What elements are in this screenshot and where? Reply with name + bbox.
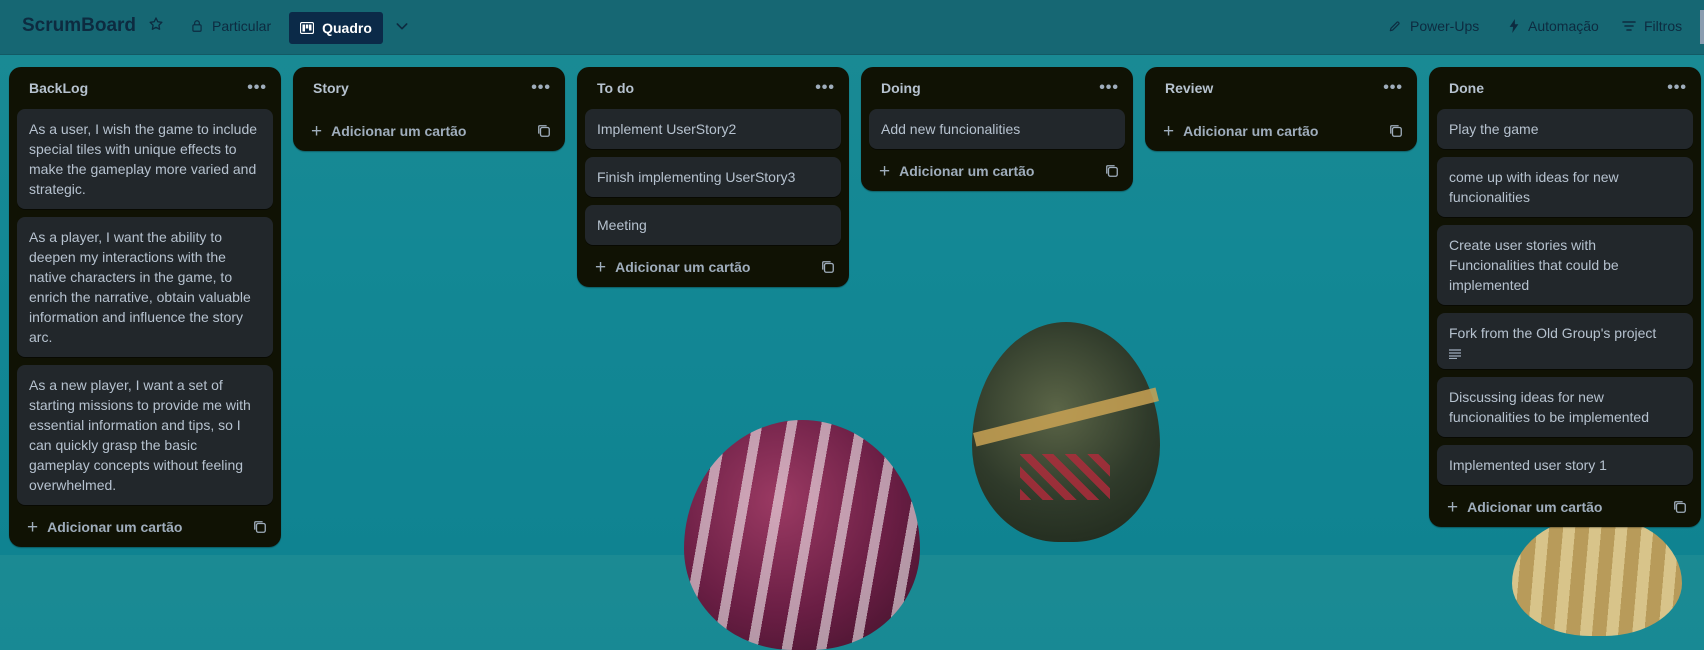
card-template-icon[interactable] (1389, 124, 1403, 138)
list-story: Story ••• + Adicionar um cartão (293, 67, 565, 151)
card[interactable]: Play the game (1437, 109, 1693, 149)
list-done: Done ••• Play the game come up with idea… (1429, 67, 1701, 527)
card[interactable]: Discussing ideas for new funcionalities … (1437, 377, 1693, 437)
add-card-label: Adicionar um cartão (1467, 499, 1603, 515)
board-view-button[interactable]: Quadro (289, 12, 383, 44)
card-template-icon[interactable] (537, 124, 551, 138)
list-title[interactable]: Review (1165, 80, 1213, 96)
card-template-icon[interactable] (821, 260, 835, 274)
more-icon[interactable]: ••• (815, 80, 835, 96)
powerups-label: Power-Ups (1410, 18, 1480, 34)
add-card-button[interactable]: + Adicionar um cartão (879, 162, 1034, 181)
board-view-label: Quadro (322, 20, 372, 36)
list-backlog: BackLog ••• As a user, I wish the game t… (9, 67, 281, 547)
add-card-button[interactable]: + Adicionar um cartão (311, 122, 466, 141)
more-icon[interactable]: ••• (1383, 80, 1403, 96)
star-icon (149, 17, 163, 30)
add-card-button[interactable]: + Adicionar um cartão (595, 258, 750, 277)
add-card-button[interactable]: + Adicionar um cartão (1447, 498, 1602, 517)
card[interactable]: As a player, I want the ability to deepe… (17, 217, 273, 357)
add-card-label: Adicionar um cartão (899, 163, 1035, 179)
card[interactable]: Implement UserStory2 (585, 109, 841, 149)
list-title[interactable]: Story (313, 80, 349, 96)
background-balloon-left (684, 420, 920, 650)
add-card-label: Adicionar um cartão (615, 259, 751, 275)
plus-icon: + (1163, 120, 1175, 142)
board-header: ScrumBoard Particular Quadro Power-Ups A… (0, 0, 1704, 55)
automation-button[interactable]: Automação (1508, 18, 1599, 34)
view-switcher-button[interactable] (394, 18, 410, 34)
more-icon[interactable]: ••• (247, 80, 267, 96)
card[interactable]: As a new player, I want a set of startin… (17, 365, 273, 505)
card[interactable]: Implemented user story 1 (1437, 445, 1693, 485)
add-card-button[interactable]: + Adicionar um cartão (1163, 122, 1318, 141)
add-card-label: Adicionar um cartão (1183, 123, 1319, 139)
lock-icon (192, 20, 202, 32)
visibility-button[interactable]: Particular (190, 18, 271, 34)
plus-icon: + (595, 256, 607, 278)
powerups-button[interactable]: Power-Ups (1388, 18, 1479, 34)
card[interactable]: Finish implementing UserStory3 (585, 157, 841, 197)
add-card-label: Adicionar um cartão (331, 123, 467, 139)
board-title[interactable]: ScrumBoard (22, 15, 136, 37)
background-balloon-right (1512, 516, 1682, 636)
list-title[interactable]: To do (597, 80, 634, 96)
add-card-button[interactable]: + Adicionar um cartão (27, 518, 182, 537)
list-to-do: To do ••• Implement UserStory2 Finish im… (577, 67, 849, 287)
list-review: Review ••• + Adicionar um cartão (1145, 67, 1417, 151)
background-balloon-center (972, 322, 1160, 542)
visibility-label: Particular (212, 18, 272, 34)
filters-label: Filtros (1644, 18, 1683, 34)
filter-icon (1622, 21, 1636, 31)
header-edge-accent (1700, 10, 1704, 44)
more-icon[interactable]: ••• (531, 80, 551, 96)
card-template-icon[interactable] (1673, 500, 1687, 514)
plus-icon: + (311, 120, 323, 142)
card-title: Fork from the Old Group's project (1449, 325, 1657, 341)
card-template-icon[interactable] (253, 520, 267, 534)
list-title[interactable]: BackLog (29, 80, 88, 96)
card[interactable]: Meeting (585, 205, 841, 245)
plus-icon: + (27, 516, 39, 538)
filters-button[interactable]: Filtros (1622, 18, 1682, 34)
card[interactable]: Fork from the Old Group's project (1437, 313, 1693, 369)
plus-icon: + (1447, 496, 1459, 518)
list-doing: Doing ••• Add new funcionalities + Adici… (861, 67, 1133, 191)
rocket-icon (1389, 21, 1400, 32)
add-card-label: Adicionar um cartão (47, 519, 183, 535)
list-title[interactable]: Doing (881, 80, 921, 96)
star-button[interactable] (148, 16, 164, 32)
more-icon[interactable]: ••• (1667, 80, 1687, 96)
list-title[interactable]: Done (1449, 80, 1484, 96)
card[interactable]: Add new funcionalities (869, 109, 1125, 149)
card-template-icon[interactable] (1105, 164, 1119, 178)
description-icon (1449, 349, 1461, 359)
automation-label: Automação (1528, 18, 1599, 34)
chevron-down-icon (396, 23, 408, 30)
lightning-icon (1509, 19, 1519, 33)
board-icon (300, 22, 315, 34)
card[interactable]: As a user, I wish the game to include sp… (17, 109, 273, 209)
card[interactable]: Create user stories with Funcionalities … (1437, 225, 1693, 305)
plus-icon: + (879, 160, 891, 182)
more-icon[interactable]: ••• (1099, 80, 1119, 96)
card[interactable]: come up with ideas for new funcionalitie… (1437, 157, 1693, 217)
